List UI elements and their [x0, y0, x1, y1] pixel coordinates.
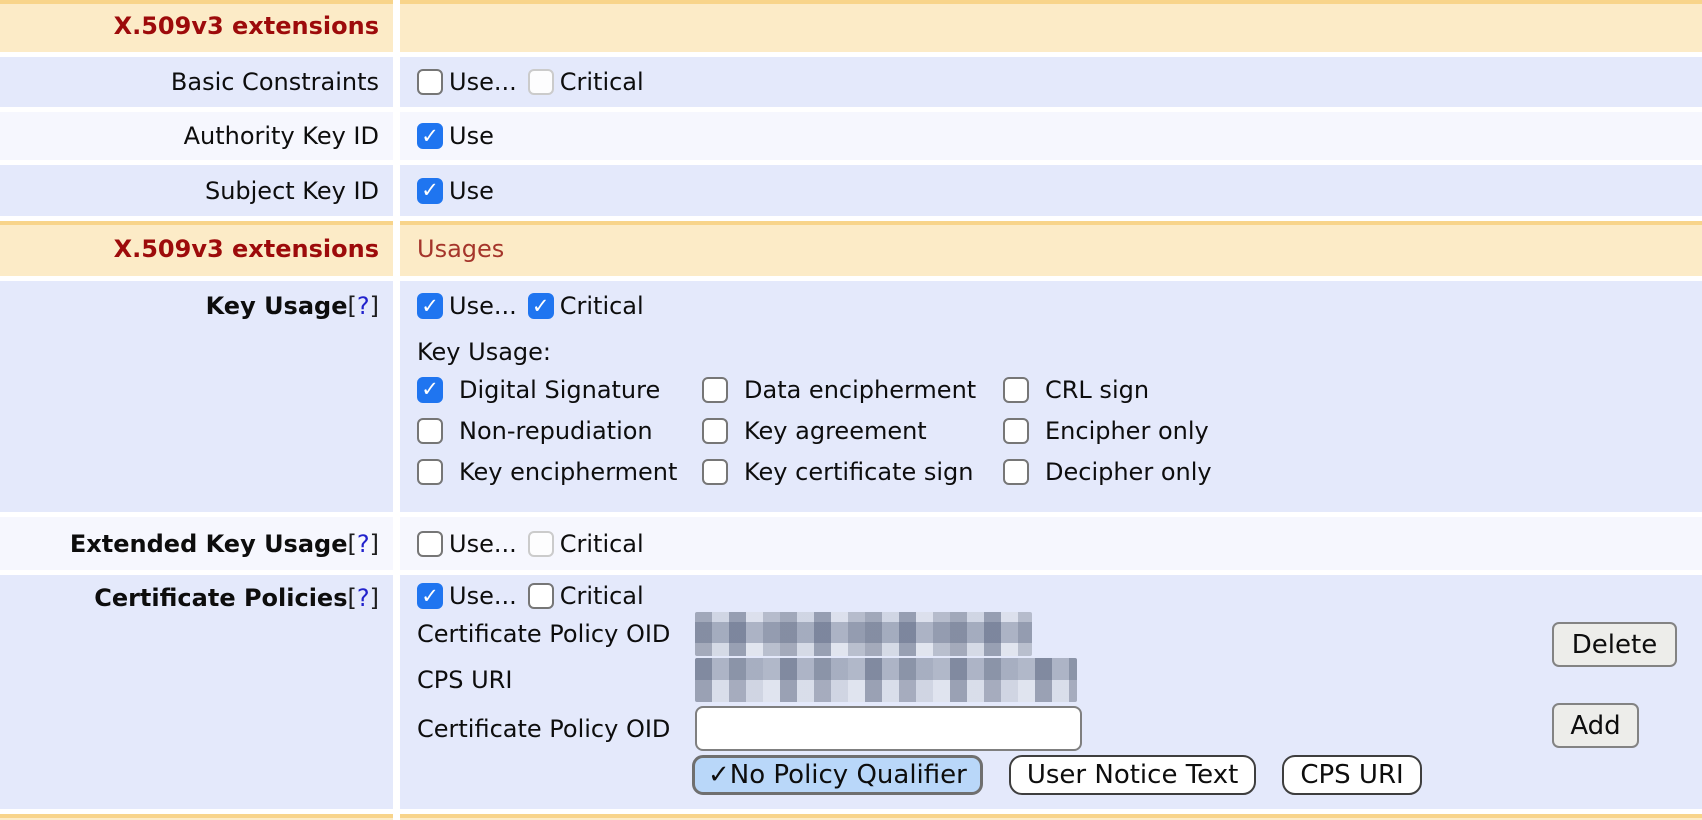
row-key-usage: Key Usage[?] Use... Critical Key Usage: … [0, 281, 1702, 512]
key-usage-option-checkbox[interactable] [702, 459, 728, 485]
authority-key-id-use-checkbox[interactable] [417, 123, 443, 149]
certificate-policies-help-link[interactable]: ? [357, 584, 370, 612]
key-usage-option-label: Data encipherment [744, 376, 976, 404]
authority-key-id-label: Authority Key ID [0, 112, 393, 160]
subject-key-id-use-label: Use [449, 177, 494, 205]
section-header-right [400, 0, 1702, 52]
extended-key-usage-label: Extended Key Usage[?] [70, 530, 379, 558]
key-usage-option-label: CRL sign [1045, 376, 1149, 404]
certificate-policies-use-checkbox[interactable] [417, 583, 443, 609]
key-usage-option-label: Encipher only [1045, 417, 1209, 445]
cps-uri-button[interactable]: CPS URI [1282, 755, 1421, 795]
certificate-policies-use-label: Use... [449, 582, 517, 610]
user-notice-text-button[interactable]: User Notice Text [1009, 755, 1256, 795]
extended-key-usage-critical-checkbox [528, 531, 554, 557]
key-usage-label: Key Usage[?] [206, 292, 379, 320]
key-usage-option-checkbox[interactable] [702, 418, 728, 444]
certificate-policies-critical-checkbox[interactable] [528, 583, 554, 609]
section-header-partial [0, 814, 1702, 820]
row-subject-key-id: Subject Key ID Use [0, 165, 1702, 216]
basic-constraints-critical-label: Critical [560, 68, 644, 96]
extended-key-usage-critical-label: Critical [560, 530, 644, 558]
no-policy-qualifier-button[interactable]: ✓No Policy Qualifier [692, 755, 983, 795]
key-usage-option-checkbox[interactable] [1003, 377, 1029, 403]
authority-key-id-use-label: Use [449, 122, 494, 150]
key-usage-option-label: Key agreement [744, 417, 927, 445]
subject-key-id-use-checkbox[interactable] [417, 178, 443, 204]
add-button[interactable]: Add [1552, 703, 1639, 748]
key-usage-option-checkbox[interactable] [1003, 459, 1029, 485]
certificate-policies-label: Certificate Policies[?] [94, 584, 379, 612]
key-usage-use-checkbox[interactable] [417, 293, 443, 319]
extended-key-usage-use-checkbox[interactable] [417, 531, 443, 557]
cps-uri-redacted-value [695, 658, 1077, 702]
section-header-x509v3-extensions-1: X.509v3 extensions [0, 0, 1702, 52]
basic-constraints-label: Basic Constraints [0, 57, 393, 107]
section-header-title: X.509v3 extensions [0, 0, 393, 52]
key-usage-critical-checkbox[interactable] [528, 293, 554, 319]
basic-constraints-use-label: Use... [449, 68, 517, 96]
section-header-title: X.509v3 extensions [0, 221, 393, 276]
key-usage-help-link[interactable]: ? [357, 292, 370, 320]
row-authority-key-id: Authority Key ID Use [0, 112, 1702, 160]
row-extended-key-usage: Extended Key Usage[?] Use... Critical [0, 517, 1702, 570]
key-usage-options-grid: Digital Signature Data encipherment CRL … [417, 376, 1212, 485]
extended-key-usage-help-link[interactable]: ? [357, 530, 370, 558]
row-certificate-policies: Certificate Policies[?] Use... Critical … [0, 575, 1702, 809]
key-usage-option-checkbox[interactable] [1003, 418, 1029, 444]
cps-uri-label: CPS URI [417, 666, 695, 694]
section-header-x509v3-extensions-2: X.509v3 extensions Usages [0, 221, 1702, 276]
new-certificate-policy-oid-input[interactable] [695, 706, 1082, 751]
key-usage-option-label: Decipher only [1045, 458, 1212, 486]
basic-constraints-critical-checkbox [528, 69, 554, 95]
key-usage-option-label: Key encipherment [459, 458, 677, 486]
extended-key-usage-use-label: Use... [449, 530, 517, 558]
key-usage-group-label: Key Usage: [417, 337, 1212, 367]
key-usage-critical-label: Critical [560, 292, 644, 320]
key-usage-option-label: Key certificate sign [744, 458, 974, 486]
subject-key-id-label: Subject Key ID [0, 165, 393, 216]
key-usage-option-label: Digital Signature [459, 376, 660, 404]
delete-button[interactable]: Delete [1552, 622, 1677, 667]
usages-subheader: Usages [400, 221, 1702, 276]
certificate-policies-critical-label: Critical [560, 582, 644, 610]
key-usage-use-label: Use... [449, 292, 517, 320]
basic-constraints-use-checkbox[interactable] [417, 69, 443, 95]
key-usage-option-checkbox[interactable] [417, 418, 443, 444]
row-basic-constraints: Basic Constraints Use... Critical [0, 57, 1702, 107]
key-usage-option-checkbox[interactable] [702, 377, 728, 403]
key-usage-option-checkbox[interactable] [417, 377, 443, 403]
key-usage-option-label: Non-repudiation [459, 417, 653, 445]
new-certificate-policy-oid-label: Certificate Policy OID [417, 715, 695, 743]
certificate-policy-oid-label: Certificate Policy OID [417, 620, 695, 648]
extensions-form: X.509v3 extensions Basic Constraints Use… [0, 0, 1702, 820]
certificate-policy-oid-redacted-value [695, 612, 1032, 656]
key-usage-option-checkbox[interactable] [417, 459, 443, 485]
